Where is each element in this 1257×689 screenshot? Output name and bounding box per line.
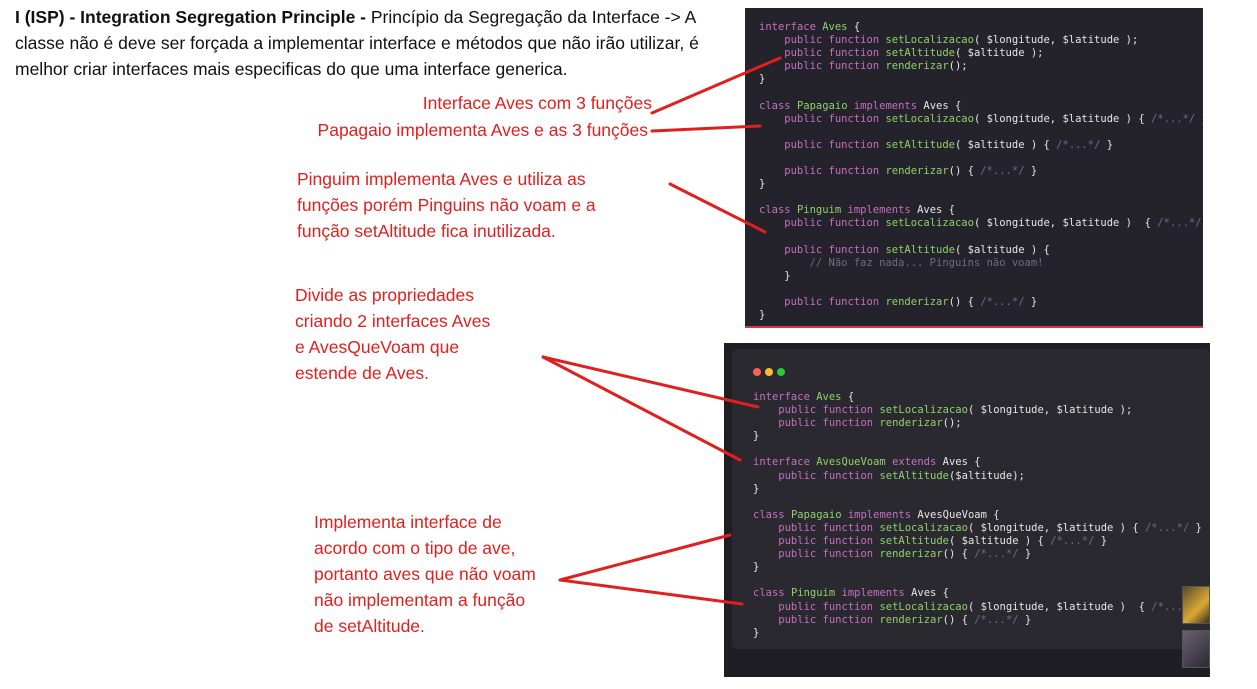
arrow-papagaio: [650, 124, 762, 133]
annotation-arrows: [541, 56, 782, 606]
arrow-divide-avesquevoam: [541, 355, 742, 462]
arrow-implementa-pinguim: [558, 578, 744, 606]
arrow-implementa-papagaio: [558, 533, 732, 582]
arrow-divide-aves: [541, 355, 760, 409]
arrow-interface-aves: [650, 56, 782, 115]
arrow-pinguim: [668, 182, 767, 234]
